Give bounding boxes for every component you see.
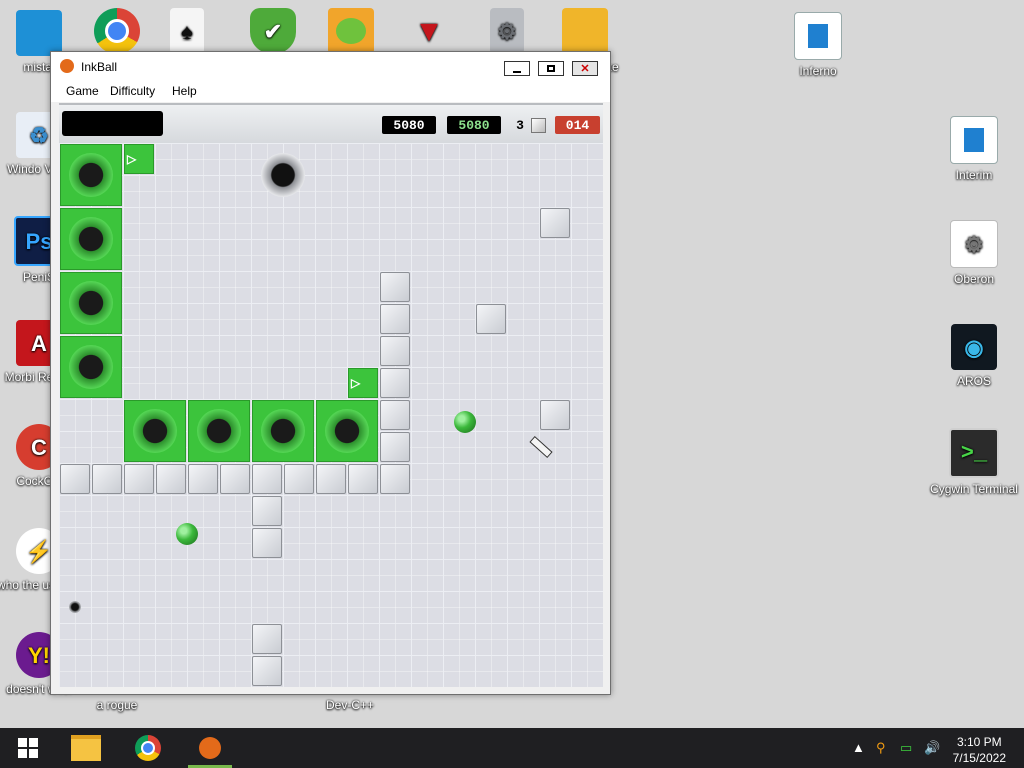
green-hole (60, 208, 122, 270)
game-status-bar: 5080 5080 3 014 (59, 103, 603, 144)
inkball-app-icon (199, 737, 221, 759)
timer-display: 014 (555, 116, 600, 134)
wall-block (348, 464, 378, 494)
menu-help[interactable]: Help (172, 84, 197, 98)
green-hole (124, 400, 186, 462)
wall-block (284, 464, 314, 494)
wall-block (380, 400, 410, 430)
pen-cursor-icon (529, 435, 553, 459)
close-button[interactable]: ✕ (572, 61, 598, 76)
green-hole (316, 400, 378, 462)
ball-counter-icon (531, 118, 546, 133)
folder-icon (71, 735, 101, 761)
green-hole (60, 336, 122, 398)
desktop-label-dev-cpp[interactable]: Dev-C++ (305, 698, 395, 713)
score-display: 5080 (382, 116, 436, 134)
minimize-button[interactable] (504, 61, 530, 76)
solitaire-icon: ♠ (170, 8, 204, 54)
windows-logo-icon (18, 738, 38, 758)
green-hole (188, 400, 250, 462)
monitor-icon (16, 10, 62, 56)
wall-block (380, 272, 410, 302)
bad-piggies-icon (328, 8, 374, 54)
network-icon[interactable]: ▭ (900, 740, 912, 756)
ball-launcher (60, 592, 90, 622)
menu-game[interactable]: Game (66, 84, 99, 98)
menu-difficulty[interactable]: Difficulty (110, 84, 155, 98)
high-score-display: 5080 (447, 116, 501, 134)
wall-block (380, 464, 410, 494)
desktop-icon-oberon[interactable]: ⚙ Oberon (929, 220, 1019, 287)
green-hole (60, 144, 122, 206)
wall-block (220, 464, 250, 494)
maximize-icon (547, 65, 555, 72)
desktop-icon-aros[interactable]: ◉ AROS (929, 324, 1019, 389)
green-hole (60, 272, 122, 334)
game-board[interactable]: ▷ ▷ (59, 143, 603, 687)
chrome-icon (94, 8, 140, 54)
clock-time: 3:10 PM (956, 735, 1002, 749)
taskbar: ▲ ⚲ ▭ 🔊 3:10 PM 7/15/2022 (0, 728, 1024, 768)
gray-hole (252, 144, 314, 206)
wall-block (60, 464, 90, 494)
taskbar-file-explorer[interactable] (58, 728, 114, 768)
maximize-button[interactable] (538, 61, 564, 76)
green-spawn-tile: ▷ (124, 144, 154, 174)
desktop-icon-interim[interactable]: Interim (929, 116, 1019, 183)
aros-eye-icon: ◉ (951, 324, 997, 370)
volume-icon[interactable]: 🔊 (924, 740, 940, 756)
color-indicator-panel (62, 111, 163, 136)
wall-block (380, 336, 410, 366)
wall-block (252, 496, 282, 526)
system-clock[interactable]: 3:10 PM 7/15/2022 (953, 734, 1006, 766)
start-button[interactable] (0, 728, 56, 768)
antivirus-icon: ▼ (414, 14, 444, 48)
wall-block (380, 304, 410, 334)
desktop-label-a-rogue[interactable]: a rogue (72, 698, 162, 713)
wall-block (92, 464, 122, 494)
clock-date: 7/15/2022 (952, 751, 1006, 765)
green-ball (454, 411, 476, 433)
terminal-icon: >_ (949, 428, 999, 478)
wall-block (156, 464, 186, 494)
taskbar-chrome[interactable] (120, 728, 176, 768)
title-bar[interactable]: InkBall ✕ (51, 52, 610, 82)
shield-check-icon: ✔ (250, 8, 296, 54)
wall-block (540, 208, 570, 238)
close-icon: ✕ (580, 63, 590, 75)
wall-block (252, 656, 282, 686)
window-icon (794, 12, 842, 60)
wall-block (252, 624, 282, 654)
wall-block (540, 400, 570, 430)
inkball-app-icon (60, 59, 74, 73)
balls-remaining: 3 (516, 117, 524, 133)
show-hidden-icons-chevron-icon[interactable]: ▲ (852, 740, 865, 755)
desktop-icon-cygwin-terminal[interactable]: >_ Cygwin Terminal (929, 428, 1019, 497)
green-hole (252, 400, 314, 462)
window-title: InkBall (81, 60, 118, 74)
wall-block (252, 464, 282, 494)
green-ball (176, 523, 198, 545)
menu-bar: Game Difficulty Help (51, 82, 610, 102)
desktop-icon-inferno[interactable]: Inferno (773, 12, 863, 79)
wall-block (380, 432, 410, 462)
wall-block (124, 464, 154, 494)
search-icon[interactable]: ⚲ (876, 740, 886, 756)
wall-block (380, 368, 410, 398)
green-spawn-tile: ▷ (348, 368, 378, 398)
wall-block (188, 464, 218, 494)
chrome-icon (135, 735, 161, 761)
settings-file-icon: ⚙ (490, 8, 524, 54)
gears-icon: ⚙ (950, 220, 998, 268)
inkball-window: InkBall ✕ Game Difficulty Help 5080 5080… (50, 51, 611, 695)
wall-block (476, 304, 506, 334)
wall-block (252, 528, 282, 558)
window-icon (950, 116, 998, 164)
minimize-icon (513, 70, 521, 73)
wall-block (316, 464, 346, 494)
package-icon (562, 8, 608, 54)
taskbar-inkball[interactable] (182, 728, 238, 768)
